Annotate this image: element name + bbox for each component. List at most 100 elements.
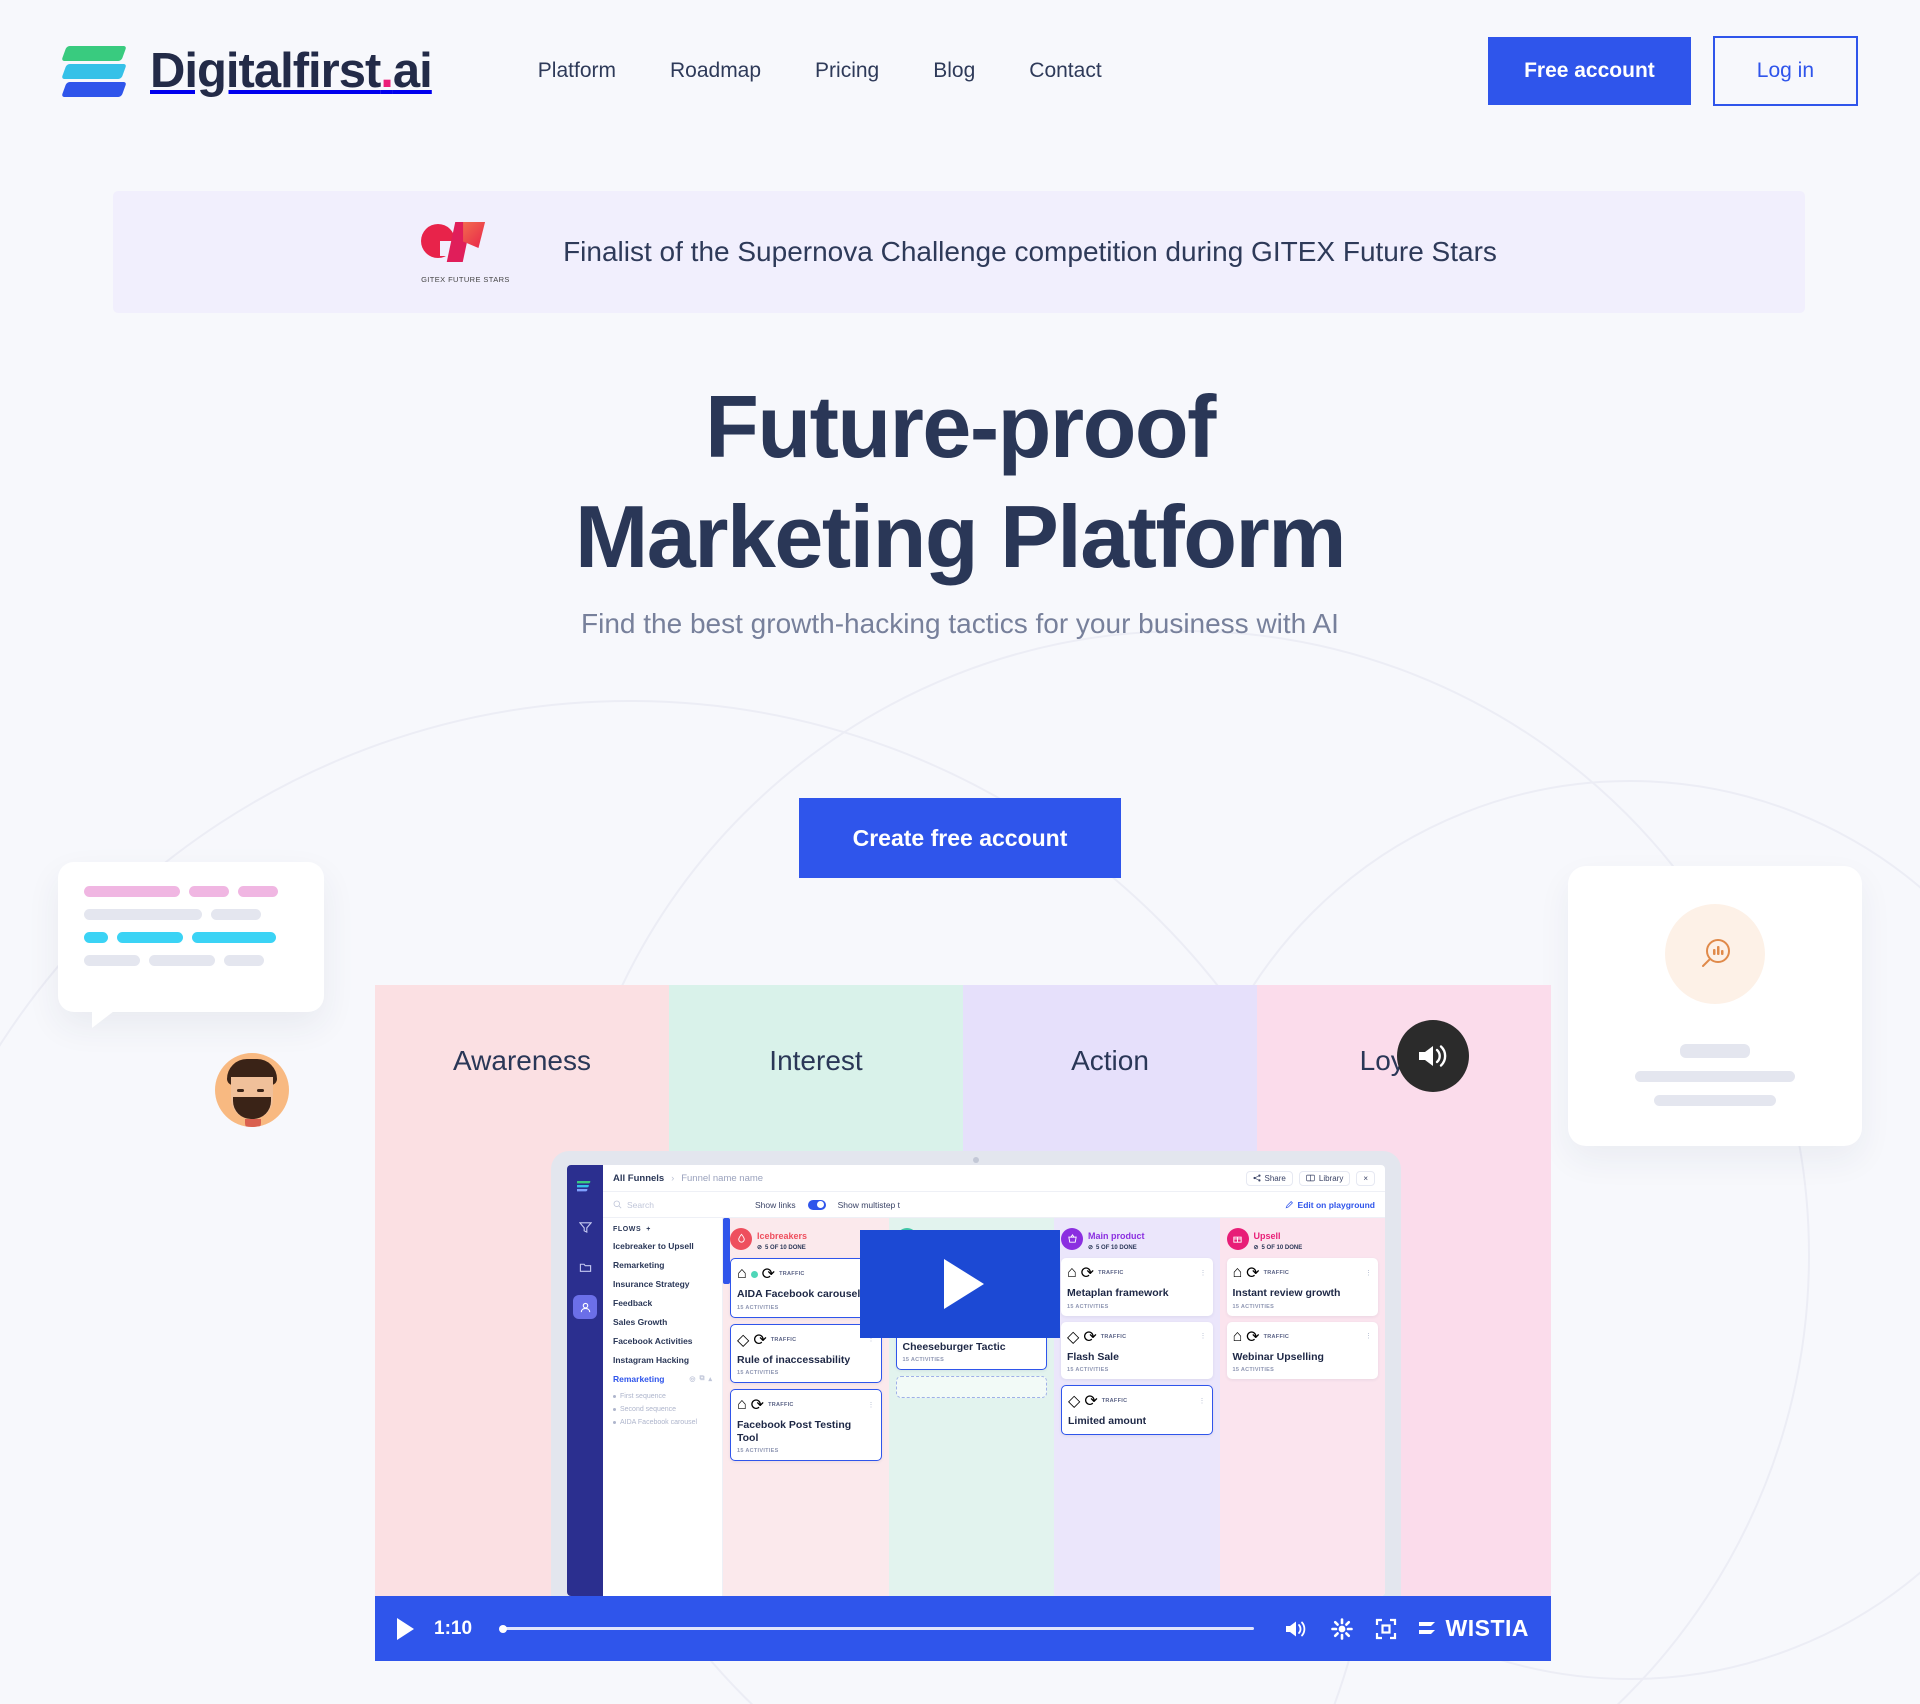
player-progress-bar[interactable] <box>499 1624 1254 1633</box>
repeat-icon: ⟳ <box>750 1397 765 1415</box>
chevron-up-icon: ▴ <box>708 1376 712 1383</box>
player-settings-button[interactable] <box>1330 1617 1354 1641</box>
gitex-future-stars-logo-icon: GITEX FUTURE STARS <box>421 222 509 284</box>
funnel-card[interactable]: ◇ ⟳ TRAFFIC ⋮ Limited amount <box>1061 1385 1213 1435</box>
card-menu-icon[interactable]: ⋮ <box>1200 1333 1207 1340</box>
hero-subtitle: Find the best growth-hacking tactics for… <box>581 608 1339 639</box>
funnel-card[interactable]: ⌂ ⟳ TRAFFIC ⋮ Facebook Post Testing Tool 15… <box>730 1389 882 1462</box>
column-progress: ⊘ 5 OF 10 DONE <box>757 1244 806 1252</box>
library-label: Library <box>1318 1173 1344 1183</box>
column-drag-handle[interactable] <box>723 1218 730 1284</box>
nav-item-roadmap[interactable]: Roadmap <box>670 59 761 83</box>
speaker-icon <box>1419 1045 1447 1067</box>
repeat-icon: ⟳ <box>761 1266 776 1283</box>
player-play-button[interactable] <box>397 1617 414 1640</box>
column-progress: ⊘ 5 OF 10 DONE <box>1088 1244 1137 1252</box>
funnel-card[interactable]: ⌂ ⟳ TRAFFIC ⋮ Instant review growth 15 ACTI… <box>1226 1258 1378 1316</box>
edit-on-playground-label: Edit on playground <box>1297 1199 1375 1210</box>
flow-sub-item[interactable]: Second sequence <box>613 1406 712 1413</box>
drop-icon: ◇ <box>737 1331 750 1349</box>
column-progress: ⊘ 5 OF 10 DONE <box>1253 1244 1303 1252</box>
board-column-main-product: Main product ⊘ 5 OF 10 DONE ⌂ ⟳ TRAFFIC ⋮ M… <box>1054 1218 1220 1596</box>
logo-link[interactable]: Digitalfirst.ai <box>61 38 433 104</box>
close-button[interactable]: × <box>1356 1170 1375 1186</box>
user-avatar <box>215 1053 289 1127</box>
search-placeholder: Search <box>627 1199 654 1210</box>
repeat-icon: ⟳ <box>1080 1265 1095 1282</box>
library-button[interactable]: Library <box>1298 1170 1351 1186</box>
player-volume-button[interactable] <box>1284 1618 1310 1640</box>
show-multistep-label: Show multistep t <box>837 1199 901 1210</box>
filter-icon[interactable] <box>573 1215 597 1239</box>
flow-sub-item[interactable]: AIDA Facebook carousel <box>613 1419 712 1426</box>
logo-text: Digitalfirst.ai <box>150 44 433 98</box>
search-input[interactable]: Search <box>613 1200 743 1210</box>
card-title: Facebook Post Testing Tool <box>737 1419 852 1444</box>
create-free-account-button[interactable]: Create free account <box>799 798 1121 878</box>
unmute-button[interactable] <box>1397 1020 1469 1092</box>
log-in-button[interactable]: Log in <box>1712 36 1858 106</box>
share-button[interactable]: Share <box>1245 1170 1293 1186</box>
breadcrumb-root[interactable]: All Funnels <box>613 1173 664 1184</box>
nav-item-blog[interactable]: Blog <box>933 59 975 83</box>
main-navigation: Platform Roadmap Pricing Blog Contact <box>538 59 1102 83</box>
flow-item[interactable]: Instagram Hacking <box>613 1355 712 1365</box>
gift-icon <box>1226 1227 1249 1250</box>
player-fullscreen-button[interactable] <box>1374 1617 1398 1641</box>
hero-title-line-2: Marketing Platform <box>574 487 1347 586</box>
flow-item-label: Remarketing <box>613 1374 665 1384</box>
hero-video[interactable]: Awareness Interest Action Loyalty <box>375 985 1551 1661</box>
flow-item[interactable]: Facebook Activities <box>613 1336 712 1346</box>
app-toolbar: Search Show links Show multistep t Edit … <box>603 1192 1385 1218</box>
people-icon[interactable] <box>573 1295 597 1319</box>
show-links-toggle[interactable] <box>807 1199 826 1210</box>
nav-item-contact[interactable]: Contact <box>1029 59 1101 83</box>
home-icon: ⌂ <box>1232 1264 1243 1281</box>
player-progress-knob[interactable] <box>499 1624 508 1633</box>
card-menu-icon[interactable]: ⋮ <box>868 1402 875 1409</box>
book-icon <box>1306 1174 1315 1182</box>
flow-item[interactable]: Sales Growth <box>613 1317 712 1327</box>
repeat-icon: ⟳ <box>753 1331 767 1349</box>
card-activities: 15 ACTIVITIES <box>737 1448 779 1455</box>
flow-item[interactable]: Icebreaker to Upsell <box>613 1241 712 1251</box>
flow-sub-item[interactable]: First sequence <box>613 1393 712 1400</box>
flow-item[interactable]: Insurance Strategy <box>613 1279 712 1289</box>
drop-icon: ◇ <box>1068 1393 1081 1411</box>
card-activities: 15 ACTIVITIES <box>902 1357 945 1364</box>
nav-item-pricing[interactable]: Pricing <box>815 59 879 83</box>
announcement-banner[interactable]: GITEX FUTURE STARS Finalist of the Super… <box>113 191 1805 313</box>
funnel-card[interactable]: ⌂ ⟳ TRAFFIC ⋮ Metaplan framework 15 ACTIVIT… <box>1061 1258 1213 1316</box>
folder-icon[interactable] <box>573 1255 597 1279</box>
breadcrumb-current: Funnel name name <box>681 1172 764 1184</box>
repeat-icon: ⟳ <box>1246 1265 1260 1282</box>
card-menu-icon[interactable]: ⋮ <box>1199 1398 1206 1405</box>
funnel-card[interactable]: ◇ ⟳ TRAFFIC ⋮ Flash Sale 15 ACTIVITIES <box>1061 1321 1213 1380</box>
player-time: 1:10 <box>434 1617 473 1639</box>
card-tag: TRAFFIC <box>1263 1270 1290 1276</box>
free-account-button[interactable]: Free account <box>1488 37 1691 105</box>
funnel-card[interactable]: ◇ ⟳ TRAFFIC ⋮ Rule of inaccessability 15 AC… <box>730 1323 882 1384</box>
funnel-card[interactable]: ⌂⟳TRAFFIC⋮ AIDA Facebook carousel 15 ACT… <box>730 1258 882 1318</box>
card-title: Flash Sale <box>1067 1350 1119 1363</box>
eye-icon: ◎ <box>689 1376 696 1383</box>
funnel-card[interactable]: ⌂ ⟳ TRAFFIC ⋮ Webinar Upselling 15 ACTIVITI… <box>1226 1321 1378 1380</box>
card-activities: 15 ACTIVITIES <box>1067 1303 1109 1310</box>
add-card-dropzone[interactable] <box>895 1376 1047 1399</box>
show-links-label: Show links <box>755 1199 796 1210</box>
flow-item-active[interactable]: Remarketing ◎ ⧉ ▴ <box>613 1374 712 1384</box>
app-logo-icon <box>573 1175 597 1199</box>
flows-section-header: FLOWS + <box>613 1226 712 1233</box>
flow-item[interactable]: Remarketing <box>613 1260 712 1270</box>
wistia-branding[interactable]: WISTIA <box>1418 1615 1530 1642</box>
card-menu-icon[interactable]: ⋮ <box>1365 1333 1372 1340</box>
edit-on-playground-button[interactable]: Edit on playground <box>1285 1200 1375 1210</box>
page-title: Future-proof Marketing Platform <box>0 383 1920 581</box>
flows-title: FLOWS <box>613 1226 642 1233</box>
add-flow-icon[interactable]: + <box>646 1226 651 1233</box>
card-menu-icon[interactable]: ⋮ <box>1365 1270 1372 1277</box>
card-menu-icon[interactable]: ⋮ <box>1200 1270 1207 1277</box>
flow-item[interactable]: Feedback <box>613 1298 712 1308</box>
play-video-button[interactable] <box>860 1230 1060 1338</box>
nav-item-platform[interactable]: Platform <box>538 59 616 83</box>
